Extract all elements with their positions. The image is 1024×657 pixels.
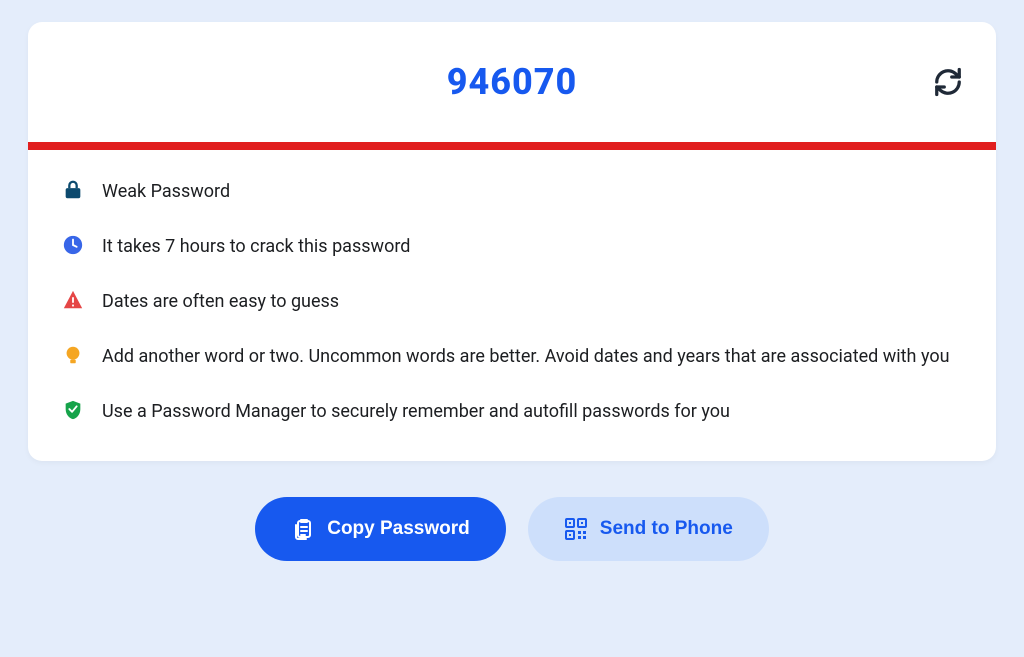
feedback-item: Dates are often easy to guess — [62, 288, 962, 315]
clipboard-icon — [291, 517, 315, 541]
feedback-text: Add another word or two. Uncommon words … — [102, 343, 950, 370]
send-to-phone-button[interactable]: Send to Phone — [528, 497, 769, 561]
feedback-item: It takes 7 hours to crack this password — [62, 233, 962, 260]
refresh-button[interactable] — [932, 66, 964, 98]
strength-bar — [28, 142, 996, 150]
lock-icon — [62, 179, 84, 201]
warning-icon — [62, 289, 84, 311]
feedback-list: Weak Password It takes 7 hours to crack … — [28, 150, 996, 461]
clock-icon — [62, 234, 84, 256]
action-row: Copy Password Send to Phone — [0, 497, 1024, 561]
feedback-text: Use a Password Manager to securely remem… — [102, 398, 730, 425]
copy-password-label: Copy Password — [327, 518, 470, 540]
feedback-item: Add another word or two. Uncommon words … — [62, 343, 962, 370]
password-card: 946070 Weak Password — [28, 22, 996, 461]
password-display-row: 946070 — [28, 22, 996, 142]
shield-check-icon — [62, 399, 84, 421]
refresh-icon — [933, 67, 963, 97]
send-to-phone-label: Send to Phone — [600, 518, 733, 540]
feedback-text: Dates are often easy to guess — [102, 288, 339, 315]
copy-password-button[interactable]: Copy Password — [255, 497, 506, 561]
feedback-item: Weak Password — [62, 178, 962, 205]
generated-password: 946070 — [447, 61, 578, 103]
feedback-text: Weak Password — [102, 178, 230, 205]
lightbulb-icon — [62, 344, 84, 366]
feedback-item: Use a Password Manager to securely remem… — [62, 398, 962, 425]
feedback-text: It takes 7 hours to crack this password — [102, 233, 410, 260]
qr-code-icon — [564, 517, 588, 541]
